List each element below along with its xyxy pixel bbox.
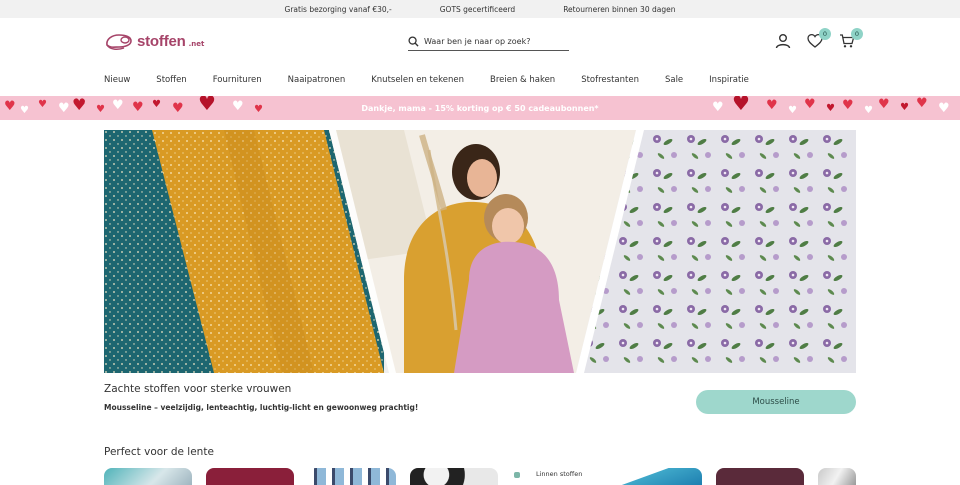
nav-item-stoffen[interactable]: Stoffen xyxy=(156,75,186,85)
header-icons: 0 0 xyxy=(774,28,863,50)
fabric-roll-icon xyxy=(106,34,132,50)
product-tile[interactable] xyxy=(818,468,856,485)
product-tile[interactable] xyxy=(716,468,804,485)
cart-count-badge: 0 xyxy=(851,28,863,40)
product-tile[interactable] xyxy=(104,468,192,485)
user-icon xyxy=(775,34,791,49)
cart-button[interactable]: 0 xyxy=(838,28,863,50)
product-tile[interactable] xyxy=(308,468,396,485)
logo-suffix: .net xyxy=(188,40,205,48)
usp-bar: Gratis bezorging vanaf €30,- GOTS gecert… xyxy=(0,0,960,18)
account-button[interactable] xyxy=(774,32,792,50)
main-nav: Nieuw Stoffen Fournituren Naaipatronen K… xyxy=(104,68,775,92)
search-icon[interactable] xyxy=(408,36,419,47)
search-input[interactable] xyxy=(424,37,564,46)
site-logo[interactable]: stoffen .net xyxy=(104,30,204,52)
usp-gots: GOTS gecertificeerd xyxy=(439,4,516,14)
tile-label-linen: Linnen stoffen xyxy=(536,470,583,478)
mousseline-button[interactable]: Mousseline xyxy=(696,390,856,414)
product-tile[interactable] xyxy=(410,468,498,485)
spring-product-carousel xyxy=(104,468,856,485)
section-title-spring: Perfect voor de lente xyxy=(104,446,214,458)
logo-text: stoffen xyxy=(137,32,186,50)
promo-text: Dankje, mama - 15% korting op € 50 cadea… xyxy=(361,103,599,113)
product-tile[interactable] xyxy=(614,468,702,485)
wishlist-count-badge: 0 xyxy=(819,28,831,40)
promo-banner[interactable]: ♥ ♥ ♥ ♥ ♥ ♥ ♥ ♥ ♥ ♥ ♥ ♥ ♥ ♥ ♥ ♥ ♥ ♥ ♥ ♥ … xyxy=(0,96,960,120)
nav-item-breien[interactable]: Breien & haken xyxy=(490,75,555,85)
nav-item-nieuw[interactable]: Nieuw xyxy=(104,75,130,85)
hero-image[interactable] xyxy=(104,130,856,373)
hero-subtitle: Mousseline – veelzijdig, lenteachtig, lu… xyxy=(104,403,419,412)
hero-collage xyxy=(104,130,856,373)
wishlist-button[interactable]: 0 xyxy=(806,28,831,50)
linen-icon xyxy=(514,472,520,478)
site-header: stoffen .net 0 0 xyxy=(0,18,960,68)
product-tile[interactable] xyxy=(206,468,294,485)
nav-item-knutselen[interactable]: Knutselen en tekenen xyxy=(371,75,464,85)
hero-title: Zachte stoffen voor sterke vrouwen xyxy=(104,383,292,395)
nav-item-naaipatronen[interactable]: Naaipatronen xyxy=(288,75,346,85)
search-bar[interactable] xyxy=(408,33,569,51)
nav-item-fournituren[interactable]: Fournituren xyxy=(213,75,262,85)
nav-item-inspiratie[interactable]: Inspiratie xyxy=(709,75,749,85)
usp-free-shipping: Gratis bezorging vanaf €30,- xyxy=(284,4,392,14)
usp-returns: Retourneren binnen 30 dagen xyxy=(563,4,676,14)
nav-item-stofrestanten[interactable]: Stofrestanten xyxy=(581,75,639,85)
nav-item-sale[interactable]: Sale xyxy=(665,75,683,85)
